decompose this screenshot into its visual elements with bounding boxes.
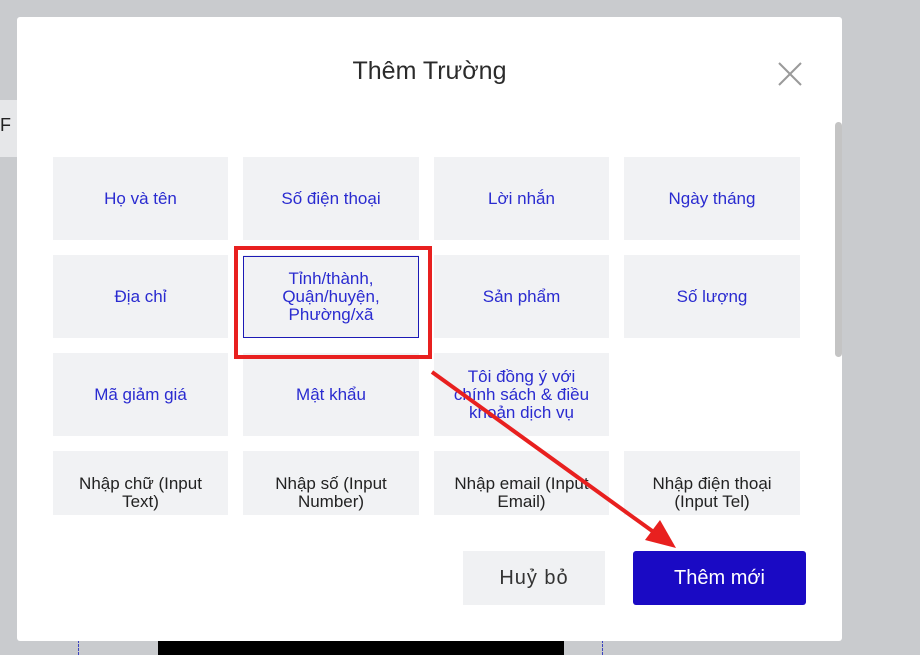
- field-quantity[interactable]: Số lượng: [624, 255, 800, 338]
- field-password[interactable]: Mật khẩu: [243, 353, 419, 436]
- cancel-button[interactable]: Huỷ bỏ: [463, 551, 605, 605]
- field-address[interactable]: Địa chỉ: [53, 255, 228, 338]
- field-date[interactable]: Ngày tháng: [624, 157, 800, 240]
- add-new-button[interactable]: Thêm mới: [633, 551, 806, 605]
- field-input-tel[interactable]: Nhập điện thoại (Input Tel): [624, 451, 800, 515]
- field-terms-agreement[interactable]: Tôi đồng ý với chính sách & điều khoản d…: [434, 353, 609, 436]
- dialog-scrollbar[interactable]: [835, 122, 842, 357]
- field-message[interactable]: Lời nhắn: [434, 157, 609, 240]
- field-full-name[interactable]: Họ và tên: [53, 157, 228, 240]
- background-guide-left: [78, 640, 79, 655]
- field-input-email[interactable]: Nhập email (Input Email): [434, 451, 609, 515]
- field-discount-code[interactable]: Mã giảm giá: [53, 353, 228, 436]
- background-tab-glyph: F: [0, 115, 11, 135]
- field-phone-number[interactable]: Số điện thoại: [243, 157, 419, 240]
- close-icon[interactable]: [777, 61, 803, 87]
- field-input-number[interactable]: Nhập số (Input Number): [243, 451, 419, 515]
- field-grid: Họ và tên Số điện thoại Lời nhắn Ngày th…: [53, 157, 803, 515]
- field-product[interactable]: Sản phẩm: [434, 255, 609, 338]
- selected-field-outline: Tỉnh/thành, Quận/huyện, Phường/xã: [243, 255, 419, 338]
- background-dark-block: [158, 640, 564, 655]
- field-input-text[interactable]: Nhập chữ (Input Text): [53, 451, 228, 515]
- dialog-title: Thêm Trường: [352, 57, 507, 85]
- field-province-district-ward[interactable]: Tỉnh/thành, Quận/huyện, Phường/xã: [243, 255, 419, 338]
- add-field-dialog: Thêm Trường Họ và tên Số điện thoại Lời …: [17, 17, 842, 641]
- background-guide-right: [602, 640, 603, 655]
